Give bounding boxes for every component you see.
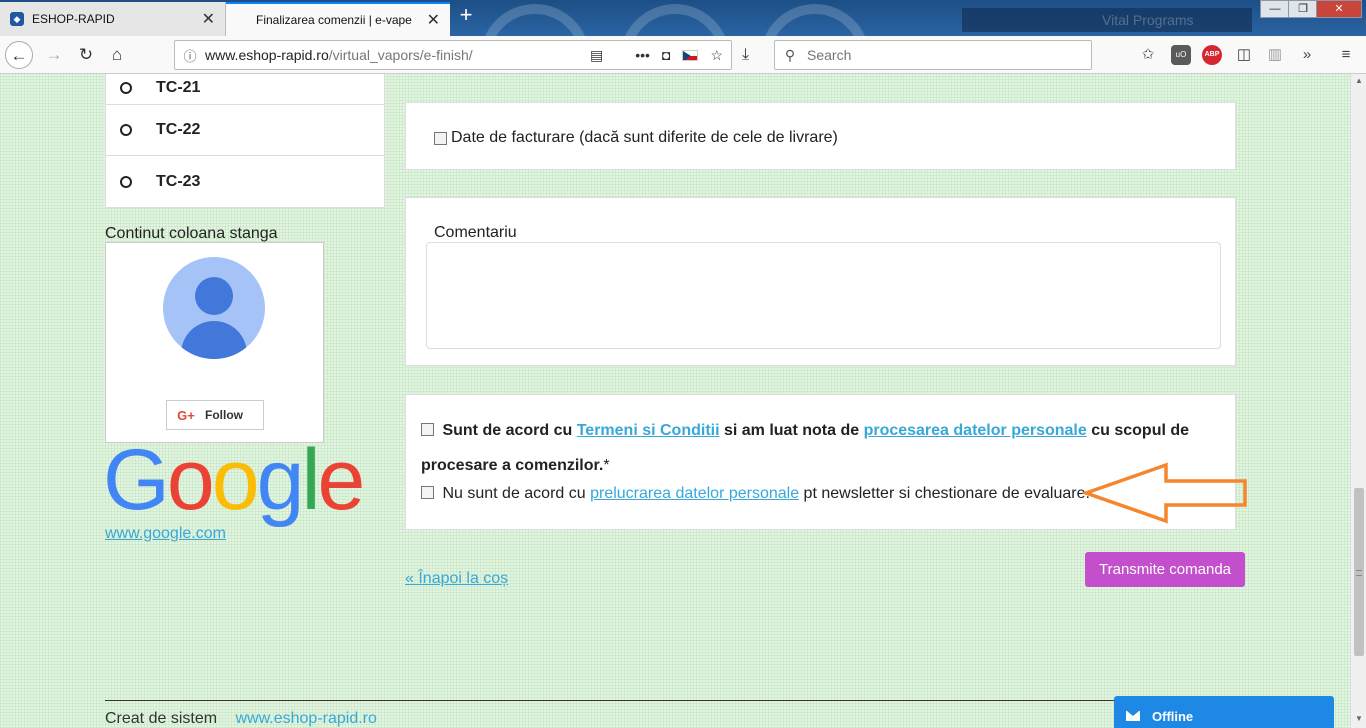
background-decoration bbox=[760, 4, 870, 36]
billing-checkbox-label[interactable]: Date de facturare (dacă sunt diferite de… bbox=[434, 129, 838, 147]
browser-toolbar: ← → ↻ ⌂ ⓘ www.eshop-rapid.ro /virtual_va… bbox=[0, 36, 1366, 74]
new-tab-button[interactable]: + bbox=[456, 4, 476, 28]
url-bar[interactable]: ⓘ www.eshop-rapid.ro /virtual_vapors/e-f… bbox=[174, 40, 732, 70]
list-item[interactable]: TC-21 bbox=[106, 74, 384, 105]
avatar bbox=[163, 257, 265, 359]
overflow-chevron-icon[interactable]: » bbox=[1297, 45, 1317, 65]
adblock-plus-icon[interactable]: ABP bbox=[1202, 45, 1222, 65]
window-close-button[interactable]: ✕ bbox=[1316, 0, 1362, 18]
search-input[interactable] bbox=[805, 46, 1065, 64]
window-maximize-button[interactable]: ❐ bbox=[1288, 0, 1318, 18]
billing-label-text: Date de facturare (dacă sunt diferite de… bbox=[451, 129, 838, 146]
footer-site-link[interactable]: www.eshop-rapid.ro bbox=[236, 710, 377, 727]
window-minimize-button[interactable]: — bbox=[1260, 0, 1290, 18]
comment-textarea[interactable] bbox=[426, 242, 1221, 349]
search-bar[interactable]: ⚲ bbox=[774, 40, 1092, 70]
google-link[interactable]: www.google.com bbox=[105, 525, 226, 543]
browser-tab-strip: Vital Programs ◆ ESHOP-RAPID ✕ Finalizar… bbox=[0, 0, 1366, 36]
follow-button[interactable]: G+ Follow bbox=[166, 400, 264, 430]
scroll-up-icon[interactable]: ▲ bbox=[1355, 76, 1363, 85]
reader-view-icon[interactable]: ▤ bbox=[590, 47, 603, 64]
background-banner: Vital Programs bbox=[962, 8, 1252, 32]
radio-button[interactable] bbox=[120, 81, 132, 94]
tc-label: TC-22 bbox=[156, 121, 201, 138]
scrollbar-grip bbox=[1356, 570, 1362, 576]
page-content: TC-21 TC-22 TC-23 Continut coloana stang… bbox=[0, 74, 1350, 728]
avatar-head bbox=[195, 277, 233, 315]
mail-icon bbox=[1126, 711, 1140, 721]
google-logo: Google bbox=[103, 432, 365, 528]
tab-finalizarea-comenzii[interactable]: Finalizarea comenzii | e-vape ✕ bbox=[226, 2, 450, 36]
czech-flag-icon[interactable] bbox=[682, 49, 699, 61]
tab-label: Finalizarea comenzii | e-vape bbox=[256, 13, 412, 27]
radio-button[interactable] bbox=[120, 175, 132, 188]
scroll-down-icon[interactable]: ▼ bbox=[1355, 714, 1363, 723]
footer: Creat de sistem www.eshop-rapid.ro bbox=[105, 710, 377, 728]
back-arrow-icon[interactable]: ← bbox=[5, 41, 33, 69]
terms-link[interactable]: Termeni si Conditii bbox=[577, 422, 720, 439]
tab-label: ESHOP-RAPID bbox=[32, 12, 115, 26]
avatar-shoulders bbox=[181, 321, 247, 359]
ublock-origin-icon[interactable]: uO bbox=[1171, 45, 1191, 65]
tab-close-icon[interactable]: ✕ bbox=[202, 9, 215, 29]
newsletter-consent: Nu sunt de acord cu prelucrarea datelor … bbox=[421, 485, 1090, 503]
data-processing-link[interactable]: procesarea datelor personale bbox=[864, 422, 1087, 439]
tc-label: TC-23 bbox=[156, 172, 201, 190]
library-icon[interactable]: ▥ bbox=[1265, 45, 1285, 65]
home-icon[interactable]: ⌂ bbox=[103, 41, 131, 69]
back-to-cart-link[interactable]: « Înapoi la coș bbox=[405, 570, 508, 588]
list-item[interactable]: TC-23 bbox=[106, 156, 384, 207]
google-profile-card: G+ Follow bbox=[105, 242, 324, 443]
left-column-title: Continut coloana stanga bbox=[105, 225, 278, 242]
billing-checkbox[interactable] bbox=[434, 131, 447, 145]
annotation-arrow-icon bbox=[1082, 462, 1247, 524]
url-path: /virtual_vapors/e-finish/ bbox=[328, 47, 473, 63]
download-icon[interactable]: ⤓ bbox=[742, 46, 749, 64]
comment-label: Comentariu bbox=[434, 224, 517, 241]
url-host: www.eshop-rapid.ro bbox=[205, 47, 329, 63]
forward-arrow-icon[interactable]: → bbox=[40, 41, 68, 69]
tc-label: TC-21 bbox=[156, 78, 201, 96]
chat-status: Offline bbox=[1152, 708, 1194, 724]
comment-panel: Comentariu bbox=[405, 197, 1236, 366]
pocket-icon[interactable]: ◘ bbox=[662, 47, 670, 63]
tab-eshop-rapid[interactable]: ◆ ESHOP-RAPID ✕ bbox=[0, 2, 226, 36]
hamburger-menu-icon[interactable]: ≡ bbox=[1336, 45, 1356, 65]
list-item[interactable]: TC-22 bbox=[106, 105, 384, 156]
sidebar-toggle-icon[interactable]: ◫ bbox=[1234, 45, 1254, 65]
tab-close-icon[interactable]: ✕ bbox=[427, 10, 440, 30]
personal-data-link[interactable]: prelucrarea datelor personale bbox=[590, 485, 799, 502]
google-plus-icon: G+ bbox=[177, 407, 195, 423]
footer-created-by: Creat de sistem bbox=[105, 710, 218, 727]
radio-button[interactable] bbox=[120, 124, 132, 136]
bookmarks-star-icon[interactable]: ✩ bbox=[1138, 45, 1158, 65]
terms-checkbox[interactable] bbox=[421, 423, 434, 436]
background-decoration bbox=[620, 4, 730, 36]
info-icon[interactable]: ⓘ bbox=[175, 46, 205, 65]
required-marker: * bbox=[603, 457, 610, 474]
footer-divider bbox=[105, 700, 1235, 701]
page-scrollbar[interactable]: ▲ ▼ bbox=[1350, 74, 1366, 728]
billing-panel: Date de facturare (dacă sunt diferite de… bbox=[405, 102, 1236, 170]
search-icon: ⚲ bbox=[784, 46, 796, 63]
chat-widget[interactable]: Offline bbox=[1114, 696, 1334, 728]
more-actions-icon[interactable]: ••• bbox=[635, 47, 650, 63]
follow-label: Follow bbox=[205, 408, 243, 422]
site-favicon-icon: ◆ bbox=[10, 12, 24, 26]
submit-order-button[interactable]: Transmite comanda bbox=[1085, 552, 1245, 587]
reload-icon[interactable]: ↻ bbox=[72, 41, 100, 69]
background-decoration bbox=[480, 4, 590, 36]
newsletter-checkbox[interactable] bbox=[421, 486, 434, 499]
bookmark-star-icon[interactable]: ☆ bbox=[710, 47, 723, 64]
tc-option-list: TC-21 TC-22 TC-23 bbox=[105, 74, 385, 208]
